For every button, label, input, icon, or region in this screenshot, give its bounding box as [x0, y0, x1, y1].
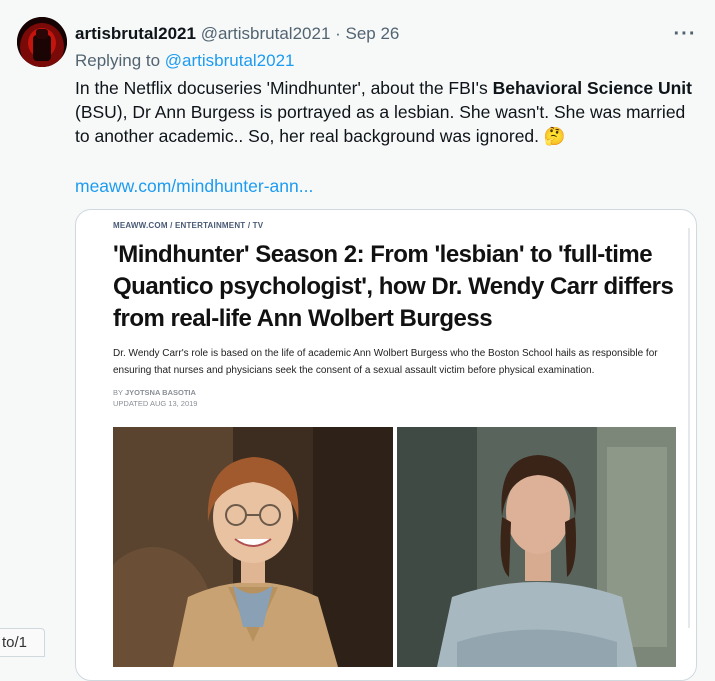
byline-author: JYOTSNA BASOTIA	[124, 388, 196, 397]
reply-prefix: Replying to	[75, 51, 165, 70]
photo-right-image	[397, 427, 676, 667]
photo-wendy-carr	[397, 427, 676, 667]
side-tab-label[interactable]: to/1	[0, 628, 45, 657]
card-breadcrumb: MEAWW.COM / ENTERTAINMENT / TV	[113, 221, 264, 230]
tweet-link[interactable]: meaww.com/mindhunter-ann...	[75, 175, 313, 197]
handle-and-date[interactable]: @artisbrutal2021 · Sep 26	[201, 24, 400, 43]
tweet-text-part1: In the Netflix docuseries 'Mindhunter', …	[75, 78, 493, 98]
display-name[interactable]: artisbrutal2021	[75, 24, 196, 43]
byline-prefix: BY	[113, 388, 125, 397]
card-headline: 'Mindhunter' Season 2: From 'lesbian' to…	[113, 241, 674, 332]
tweet-header: artisbrutal2021 @artisbrutal2021 · Sep 2…	[75, 23, 635, 45]
scrollbar-track[interactable]	[688, 228, 690, 628]
photo-ann-burgess	[113, 427, 393, 667]
thinking-emoji: 🤔	[543, 126, 566, 146]
avatar-image	[17, 17, 67, 67]
tweet-text-part2: (BSU), Dr Ann Burgess is portrayed as a …	[75, 102, 686, 146]
more-options-icon[interactable]: ···	[672, 21, 698, 47]
reply-context: Replying to @artisbrutal2021	[75, 50, 295, 72]
card-summary: Dr. Wendy Carr's role is based on the li…	[113, 348, 658, 376]
reply-handle-link[interactable]: @artisbrutal2021	[165, 51, 295, 70]
tweet[interactable]: artisbrutal2021 @artisbrutal2021 · Sep 2…	[0, 0, 715, 681]
tweet-text: In the Netflix docuseries 'Mindhunter', …	[75, 76, 700, 148]
avatar[interactable]	[17, 17, 67, 67]
byline-updated: UPDATED AUG 13, 2019	[113, 399, 198, 408]
tweet-text-bold: Behavioral Science Unit	[492, 78, 692, 98]
card-byline: BY JYOTSNA BASOTIA UPDATED AUG 13, 2019	[113, 387, 197, 409]
photo-left-image	[113, 427, 393, 667]
link-preview-card[interactable]: MEAWW.COM / ENTERTAINMENT / TV 'Mindhunt…	[75, 209, 697, 681]
